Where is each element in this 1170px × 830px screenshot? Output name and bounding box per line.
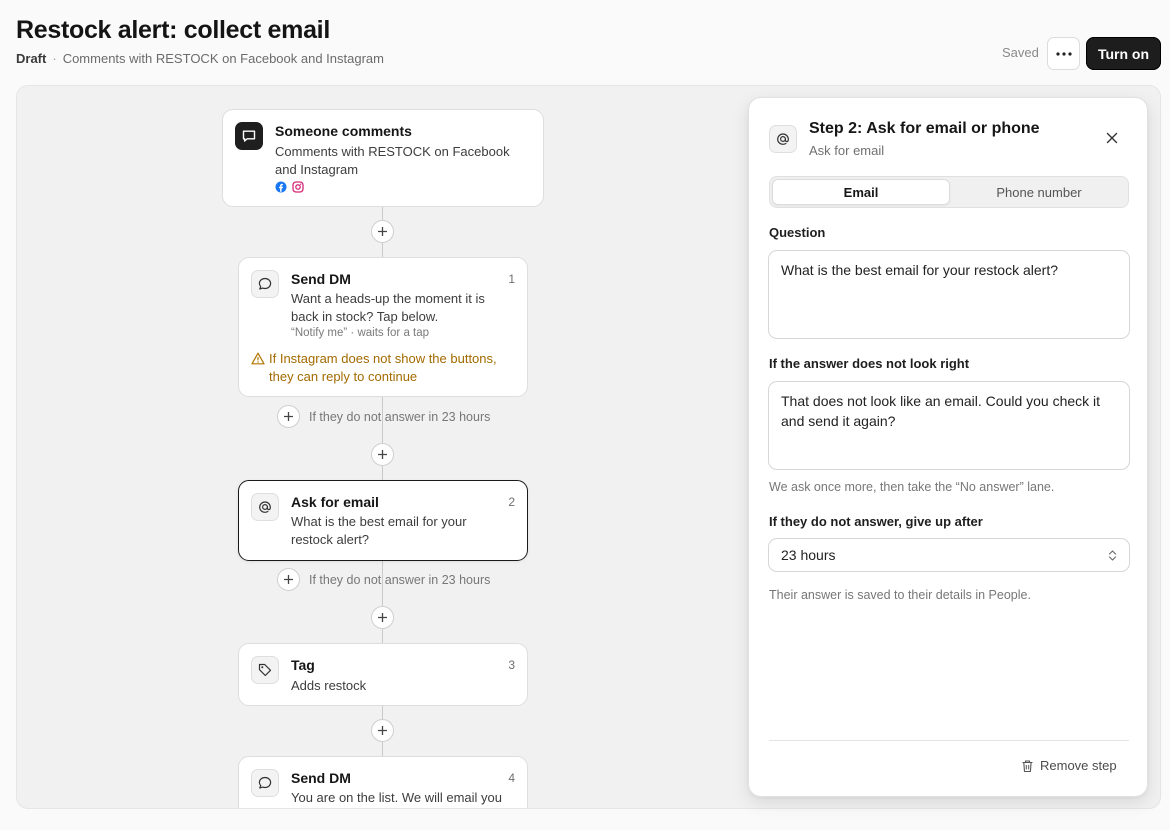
- no-answer-branch: If they do not answer in 23 hours: [277, 568, 490, 591]
- at-sign-icon: [251, 493, 279, 521]
- plus-icon: [284, 412, 293, 421]
- step-card-send-dm[interactable]: Send DM 1 Want a heads-up the moment it …: [238, 257, 528, 397]
- contact-type-toggle: Email Phone number: [769, 176, 1129, 208]
- remove-step-label: Remove step: [1040, 758, 1117, 773]
- status-badge: Draft: [16, 51, 47, 66]
- step-number: 1: [508, 272, 515, 286]
- step-number: 4: [508, 771, 515, 785]
- step-message: Adds restock: [291, 678, 367, 693]
- warning-icon: [251, 352, 265, 365]
- step-number: 2: [508, 495, 515, 509]
- page-subtitle: Draft · Comments with RESTOCK on Facebook …: [16, 51, 384, 66]
- plus-icon: [378, 227, 387, 236]
- add-step-button[interactable]: [371, 719, 394, 742]
- page-title: Restock alert: collect email: [16, 16, 330, 44]
- divider: [769, 740, 1129, 741]
- giveup-select-value: 23 hours: [781, 547, 836, 563]
- panel-title: Step 2: Ask for email or phone: [809, 120, 1040, 137]
- trigger-card[interactable]: Someone comments Comments with RESTOCK o…: [222, 109, 544, 207]
- plus-icon: [378, 450, 387, 459]
- separator-dot: ·: [52, 51, 57, 66]
- question-textarea[interactable]: What is the best email for your restock …: [768, 250, 1130, 339]
- no-answer-branch: If they do not answer in 23 hours: [277, 405, 490, 428]
- no-answer-label: If they do not answer in 23 hours: [309, 409, 491, 424]
- tag-icon: [251, 656, 279, 684]
- question-label: Question: [769, 225, 826, 240]
- add-step-button[interactable]: [371, 443, 394, 466]
- step-title: Ask for email: [291, 494, 379, 510]
- tab-phone-number[interactable]: Phone number: [951, 179, 1127, 205]
- add-no-answer-step-button[interactable]: [277, 405, 300, 428]
- step-number: 3: [508, 658, 515, 672]
- instagram-icon: [292, 181, 304, 193]
- giveup-select[interactable]: 23 hours: [768, 538, 1130, 572]
- step-card-tag[interactable]: Tag 3 Adds restock: [238, 643, 528, 706]
- trigger-description: Comments with RESTOCK on Facebook and Ins…: [275, 144, 510, 177]
- chat-bubble-icon: [251, 769, 279, 797]
- close-panel-button[interactable]: [1103, 129, 1121, 147]
- plus-icon: [284, 575, 293, 584]
- step-settings-panel: Step 2: Ask for email or phone Ask for e…: [748, 97, 1148, 797]
- add-step-button[interactable]: [371, 606, 394, 629]
- no-answer-label: If they do not answer in 23 hours: [309, 572, 491, 587]
- remove-step-button[interactable]: Remove step: [1021, 758, 1117, 773]
- saved-hint: Their answer is saved to their details i…: [769, 588, 1031, 602]
- retry-label: If the answer does not look right: [769, 356, 970, 371]
- saved-indicator: Saved: [1002, 45, 1039, 60]
- giveup-label: If they do not answer, give up after: [769, 514, 983, 529]
- platform-icons: [275, 181, 304, 193]
- add-no-answer-step-button[interactable]: [277, 568, 300, 591]
- close-icon: [1106, 132, 1118, 144]
- trash-icon: [1022, 759, 1033, 772]
- plus-icon: [378, 613, 387, 622]
- step-card-send-dm[interactable]: Send DM 4 You are on the list. We will e…: [238, 756, 528, 808]
- step-title: Send DM: [291, 770, 351, 786]
- chat-bubble-icon: [251, 270, 279, 298]
- retry-message-textarea[interactable]: That does not look like an email. Could …: [768, 381, 1130, 470]
- trigger-summary: Comments with RESTOCK on Facebook and In…: [62, 51, 384, 66]
- at-sign-icon: [769, 125, 797, 153]
- instagram-warning: If Instagram does not show the buttons, …: [251, 350, 497, 385]
- comment-icon: [235, 122, 263, 150]
- step-message: You are on the list. We will email you: [291, 790, 502, 805]
- retry-hint: We ask once more, then take the “No answ…: [769, 480, 1055, 494]
- trigger-title: Someone comments: [275, 123, 412, 139]
- add-step-button[interactable]: [371, 220, 394, 243]
- more-options-button[interactable]: [1047, 37, 1080, 70]
- chevron-updown-icon: [1108, 549, 1117, 561]
- plus-icon: [378, 726, 387, 735]
- turn-on-button[interactable]: Turn on: [1086, 37, 1161, 70]
- step-message: What is the best email for your restock a…: [291, 514, 467, 547]
- step-title: Tag: [291, 657, 315, 673]
- step-meta: “Notify me” · waits for a tap: [291, 327, 430, 339]
- tab-email[interactable]: Email: [772, 179, 950, 205]
- step-title: Send DM: [291, 271, 351, 287]
- step-card-ask-for-email[interactable]: Ask for email 2 What is the best email f…: [238, 480, 528, 561]
- more-horizontal-icon: [1055, 51, 1072, 56]
- panel-subtitle: Ask for email: [809, 143, 885, 158]
- step-message: Want a heads-up the moment it is back in …: [291, 291, 485, 324]
- facebook-icon: [275, 181, 287, 193]
